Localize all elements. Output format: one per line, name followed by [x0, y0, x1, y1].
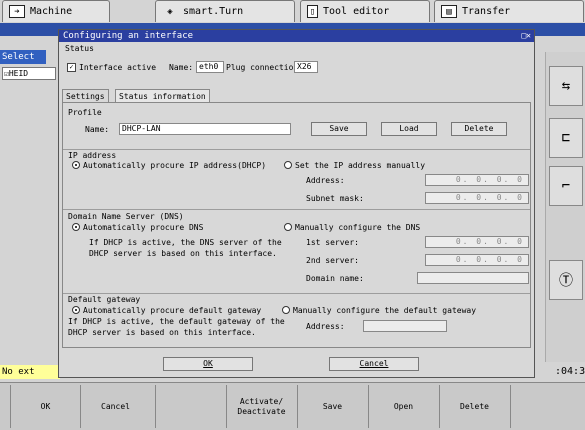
dns-server1-label: 1st server: [306, 238, 359, 247]
subnet-mask-field[interactable]: 0. 0. 0. 0 [425, 192, 529, 204]
configure-interface-dialog: Configuring an interface □✕ Status ✓ Int… [58, 29, 535, 378]
divider [63, 209, 530, 210]
gateway-auto-radio[interactable] [72, 306, 80, 314]
tab-machine-label: Machine [30, 6, 73, 17]
arrow-right-icon: ➔ [9, 5, 25, 18]
gateway-auto-label: Automatically procure default gateway [83, 306, 262, 315]
tab-transfer-label: Transfer [462, 6, 511, 17]
gateway-address-label: Address: [306, 322, 345, 331]
tab-settings[interactable]: Settings [62, 89, 109, 103]
status-name-field[interactable]: eth0 [196, 61, 224, 73]
save-icon: ▤ [441, 5, 457, 18]
dns-manual-label: Manually configure the DNS [295, 223, 421, 232]
softkey-open[interactable]: Open [368, 385, 438, 428]
softkey-activate-deactivate[interactable]: Activate/ Deactivate [226, 385, 296, 428]
gateway-manual-label: Manually configure the default gateway [293, 306, 477, 315]
dialog-cancel-button[interactable]: Cancel [329, 357, 419, 371]
gateway-manual-radio[interactable] [282, 306, 290, 314]
tab-smart-turn-label: smart.Turn [183, 6, 244, 17]
ip-manual-label: Set the IP address manually [295, 161, 426, 170]
tab-machine[interactable]: ➔ Machine [2, 0, 110, 22]
softkey-cancel[interactable]: Cancel [80, 385, 150, 428]
dns-auto-radio[interactable] [72, 223, 80, 231]
status-name-label: Name: [169, 63, 194, 72]
bracket-icon[interactable]: ⌐ [549, 166, 583, 206]
diamond-arrow-icon: ◈ [167, 6, 173, 17]
gateway-group-label: Default gateway [68, 295, 141, 304]
domain-name-field[interactable] [417, 272, 529, 284]
ip-auto-radio[interactable] [72, 161, 80, 169]
interface-active-checkbox[interactable]: ✓ [67, 63, 76, 72]
profile-group-label: Profile [68, 108, 102, 117]
dns-manual-radio[interactable] [284, 223, 292, 231]
gateway-info-line2: DHCP server is based on this interface. [68, 328, 256, 337]
domain-name-label: Domain name: [306, 274, 364, 283]
softkey-empty-2 [510, 385, 580, 428]
clock: :04:34 [555, 366, 585, 377]
status-message: No ext [0, 365, 60, 379]
tab-smart-turn[interactable]: ◈ smart.Turn [155, 0, 295, 22]
softkey-ok[interactable]: OK [10, 385, 80, 428]
close-icon[interactable]: □✕ [521, 30, 531, 42]
folder-transfer-icon[interactable]: ⇆ [549, 66, 583, 106]
tab-status-information[interactable]: Status information [115, 89, 210, 103]
dns-server1-field[interactable]: 0. 0. 0. 0 [425, 236, 529, 248]
ip-group-label: IP address [68, 151, 117, 160]
plug-icon[interactable]: ⊏ [549, 118, 583, 158]
dialog-title: Configuring an interface [63, 31, 194, 41]
status-group-label: Status [65, 44, 94, 53]
dns-auto-label: Automatically procure DNS [83, 223, 204, 232]
ip-address-field[interactable]: 0. 0. 0. 0 [425, 174, 529, 186]
ip-address-label: Address: [306, 176, 345, 185]
profile-save-button[interactable]: Save [311, 122, 367, 136]
softkey-save[interactable]: Save [297, 385, 367, 428]
softkey-delete[interactable]: Delete [439, 385, 509, 428]
softkey-empty-1 [155, 385, 225, 428]
select-tab[interactable]: Select [0, 50, 46, 64]
divider [63, 149, 530, 150]
profile-name-label: Name: [85, 125, 110, 134]
dns-info-line1: If DHCP is active, the DNS server of the [89, 238, 282, 247]
divider [63, 293, 530, 294]
tab-transfer[interactable]: ▤ Transfer [434, 0, 584, 22]
tab-tool-editor-label: Tool editor [323, 6, 390, 17]
document-icon: ▯ [307, 5, 318, 18]
dialog-title-bar: Configuring an interface □✕ [59, 30, 534, 42]
dns-server2-field[interactable]: 0. 0. 0. 0 [425, 254, 529, 266]
profile-name-field[interactable]: DHCP-LAN [119, 123, 291, 135]
gateway-address-field[interactable] [363, 320, 447, 332]
ip-manual-radio[interactable] [284, 161, 292, 169]
tool-t-icon[interactable]: Ⓣ [549, 260, 583, 300]
plug-connection-field[interactable]: X26 [294, 61, 318, 73]
interface-active-label: Interface active [79, 63, 157, 72]
ip-auto-label: Automatically procure IP address(DHCP) [83, 161, 267, 170]
gateway-info-line1: If DHCP is active, the default gateway o… [68, 317, 285, 326]
heid-entry[interactable]: ☑HEID [2, 67, 56, 80]
settings-panel: Profile Name: DHCP-LAN Save Load Delete … [62, 102, 531, 348]
dialog-ok-button[interactable]: OK [163, 357, 253, 371]
plug-connection-label: Plug connection: [226, 63, 304, 72]
subnet-mask-label: Subnet mask: [306, 194, 364, 203]
heid-label: HEID [8, 69, 29, 78]
dns-info-line2: DHCP server is based on this interface. [89, 249, 277, 258]
right-side-panel: ⇆ ⊏ ⌐ Ⓣ [545, 52, 585, 362]
profile-load-button[interactable]: Load [381, 122, 437, 136]
profile-delete-button[interactable]: Delete [451, 122, 507, 136]
dns-group-label: Domain Name Server (DNS) [68, 212, 184, 221]
tab-tool-editor[interactable]: ▯ Tool editor [300, 0, 430, 22]
dns-server2-label: 2nd server: [306, 256, 359, 265]
